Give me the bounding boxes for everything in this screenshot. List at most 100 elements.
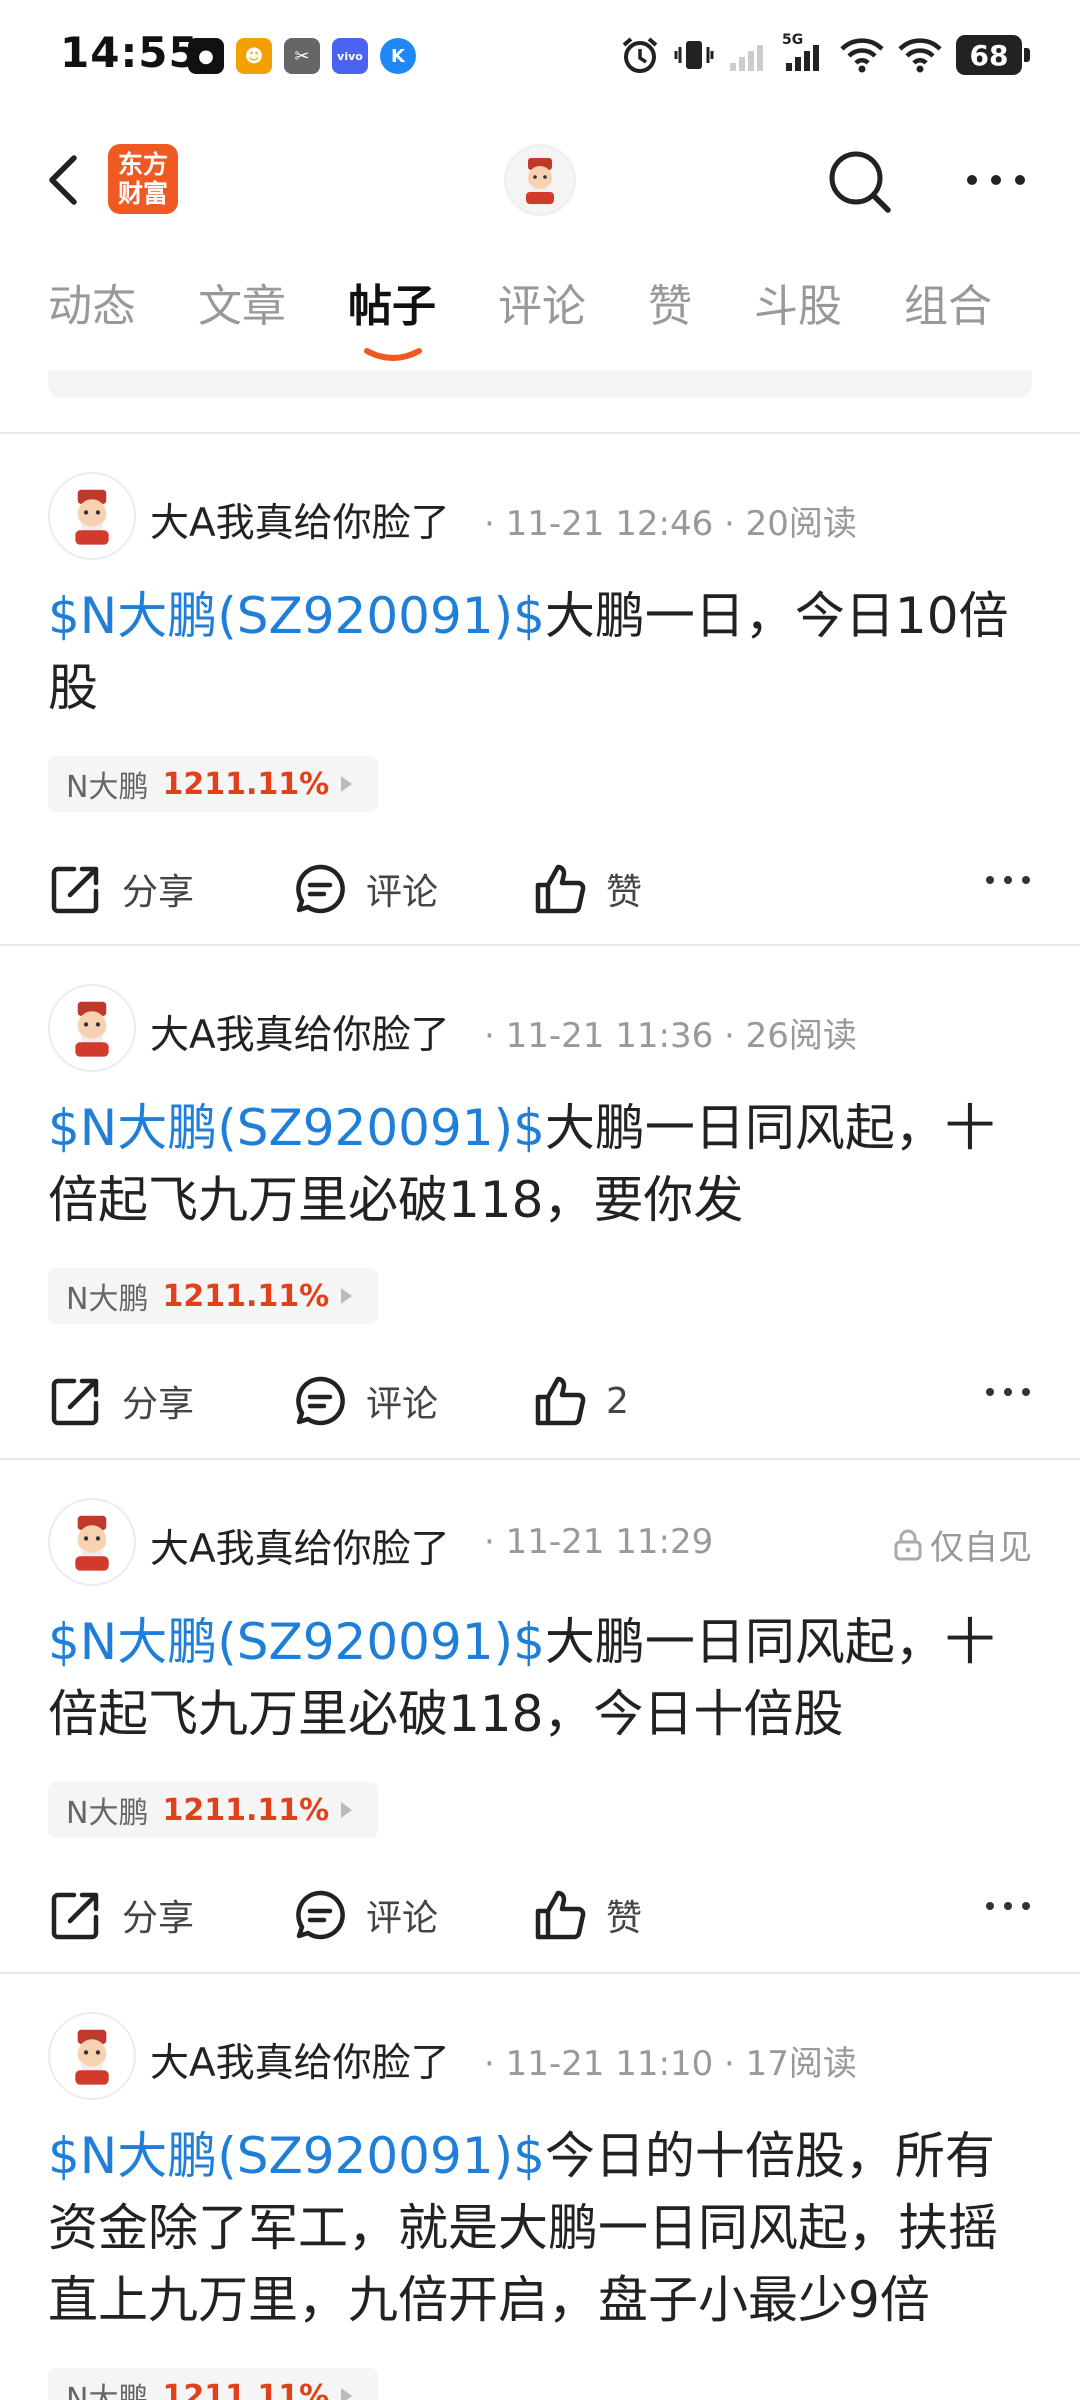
author-name[interactable]: 大A我真给你脸了 — [150, 492, 450, 548]
share-icon — [51, 1378, 99, 1426]
app-notification-icon: ✂ — [284, 38, 320, 74]
battery-icon: 68 — [956, 35, 1030, 75]
post-content[interactable]: $N大鹏(SZ920091)$大鹏一日同风起，十倍起飞九万里必破118，要你发 — [48, 1092, 1038, 1236]
post-actions: 分享 评论 赞 — [48, 1880, 1032, 1950]
chip-stock-name: N大鹏 — [66, 1796, 149, 1831]
post-content[interactable]: $N大鹏(SZ920091)$大鹏一日，今日10倍股 — [48, 580, 1038, 724]
post-more-button[interactable] — [984, 1382, 1032, 1406]
author-avatar[interactable] — [48, 984, 136, 1072]
tab-posts[interactable]: 帖子 — [348, 270, 436, 334]
thumbs-up-icon — [535, 864, 586, 914]
chip-stock-name: N大鹏 — [66, 770, 149, 805]
author-name[interactable]: 大A我真给你脸了 — [150, 1518, 450, 1574]
tab-likes[interactable]: 赞 — [648, 270, 692, 334]
stock-tag-link[interactable]: $N大鹏(SZ920091)$ — [48, 587, 545, 645]
post-header: 大A我真给你脸了 · 11-21 11:10 · 17阅读 — [48, 2012, 1032, 2102]
share-icon — [51, 866, 99, 914]
search-icon — [829, 151, 891, 213]
post-card[interactable]: 大A我真给你脸了 · 11-21 11:29 仅自见 $N大鹏(SZ920091… — [0, 1458, 1080, 1972]
more-dots-icon — [986, 1902, 1030, 1910]
wifi-icon — [840, 30, 884, 80]
like-button[interactable]: 赞 — [532, 854, 642, 924]
tab-articles[interactable]: 文章 — [198, 270, 286, 334]
post-more-button[interactable] — [984, 1896, 1032, 1920]
chip-change-percent: 1211.11% — [162, 1278, 330, 1314]
search-button[interactable] — [826, 148, 896, 218]
fortune-god-avatar-icon — [75, 1515, 109, 1571]
author-name[interactable]: 大A我真给你脸了 — [150, 1004, 450, 1060]
author-avatar[interactable] — [48, 1498, 136, 1586]
back-button[interactable] — [40, 152, 90, 208]
author-avatar[interactable] — [48, 2012, 136, 2100]
tab-stock-battle[interactable]: 斗股 — [754, 270, 842, 334]
chip-change-percent: 1211.11% — [162, 1792, 330, 1828]
stock-tag-link[interactable]: $N大鹏(SZ920091)$ — [48, 1613, 545, 1671]
post-meta: · 11-21 11:36 · 26阅读 — [484, 1016, 857, 1056]
post-card[interactable]: 大A我真给你脸了 · 11-21 12:46 · 20阅读 $N大鹏(SZ920… — [0, 432, 1080, 944]
chip-change-percent: 1211.11% — [162, 766, 330, 802]
share-button[interactable]: 分享 — [48, 1880, 194, 1950]
share-label: 分享 — [122, 1384, 195, 1425]
play-arrow-icon — [341, 776, 352, 792]
share-icon — [51, 1892, 99, 1940]
profile-avatar[interactable] — [504, 144, 576, 216]
more-button[interactable] — [964, 160, 1028, 200]
comment-icon — [296, 1376, 345, 1426]
visibility-badge: 仅自见 — [892, 1520, 1032, 1569]
tab-dynamics[interactable]: 动态 — [48, 270, 136, 334]
like-button[interactable]: 2 — [532, 1366, 629, 1436]
post-header: 大A我真给你脸了 · 11-21 12:46 · 20阅读 — [48, 472, 1032, 562]
fortune-god-avatar-icon — [75, 1001, 109, 1057]
comment-icon — [296, 864, 345, 914]
thumbs-up-icon — [535, 1376, 586, 1426]
post-meta: · 11-21 12:46 · 20阅读 — [484, 504, 857, 544]
stock-quote-chip[interactable]: N大鹏 1211.11% — [48, 2368, 378, 2400]
play-arrow-icon — [341, 1288, 352, 1304]
stock-quote-chip[interactable]: N大鹏 1211.11% — [48, 1268, 378, 1324]
comment-label: 评论 — [366, 872, 439, 913]
post-content[interactable]: $N大鹏(SZ920091)$今日的十倍股，所有资金除了军工，就是大鹏一日同风起… — [48, 2120, 1038, 2336]
k-app-icon: K — [380, 38, 416, 74]
tab-comments[interactable]: 评论 — [498, 270, 586, 334]
stock-quote-chip[interactable]: N大鹏 1211.11% — [48, 1782, 378, 1838]
fortune-god-avatar-icon — [75, 489, 109, 545]
status-time: 14:55 — [60, 28, 199, 77]
share-button[interactable]: 分享 — [48, 1366, 194, 1436]
author-name[interactable]: 大A我真给你脸了 — [150, 2032, 450, 2088]
app-notification-icon: ● — [188, 38, 224, 74]
share-button[interactable]: 分享 — [48, 854, 194, 924]
like-label: 赞 — [606, 872, 643, 913]
active-tab-indicator — [364, 348, 422, 361]
stock-quote-chip[interactable]: N大鹏 1211.11% — [48, 756, 378, 812]
play-arrow-icon — [341, 2388, 352, 2400]
brand-logo[interactable]: 东方 财富 — [108, 144, 178, 214]
post-card[interactable]: 大A我真给你脸了 · 11-21 11:36 · 26阅读 $N大鹏(SZ920… — [0, 944, 1080, 1458]
brand-logo-line1: 东方 — [117, 150, 168, 179]
app-notification-icon: ☻ — [236, 38, 272, 74]
author-avatar[interactable] — [48, 472, 136, 560]
post-card[interactable]: 大A我真给你脸了 · 11-21 11:10 · 17阅读 $N大鹏(SZ920… — [0, 1972, 1080, 2400]
comment-label: 评论 — [366, 1898, 439, 1939]
post-actions: 分享 评论 赞 — [48, 854, 1032, 924]
alarm-icon — [620, 30, 660, 80]
vibrate-icon — [674, 30, 714, 80]
like-count: 2 — [606, 1380, 629, 1422]
content-top-strip — [48, 370, 1032, 398]
fortune-god-avatar-icon — [526, 158, 554, 204]
post-more-button[interactable] — [984, 870, 1032, 894]
comment-button[interactable]: 评论 — [292, 1880, 438, 1950]
comment-button[interactable]: 评论 — [292, 1366, 438, 1436]
stock-tag-link[interactable]: $N大鹏(SZ920091)$ — [48, 2127, 545, 2185]
brand-logo-line2: 财富 — [117, 179, 168, 208]
like-label: 赞 — [606, 1898, 643, 1939]
post-content[interactable]: $N大鹏(SZ920091)$大鹏一日同风起，十倍起飞九万里必破118，今日十倍… — [48, 1606, 1038, 1750]
tab-portfolio[interactable]: 组合 — [904, 270, 992, 334]
fortune-god-avatar-icon — [75, 2029, 109, 2085]
stock-tag-link[interactable]: $N大鹏(SZ920091)$ — [48, 1099, 545, 1157]
like-button[interactable]: 赞 — [532, 1880, 642, 1950]
more-dots-icon — [986, 876, 1030, 884]
more-dots-icon — [986, 1388, 1030, 1396]
signal-5g-icon: 5G — [782, 30, 826, 80]
post-meta: · 11-21 11:29 — [484, 1522, 714, 1562]
comment-button[interactable]: 评论 — [292, 854, 438, 924]
